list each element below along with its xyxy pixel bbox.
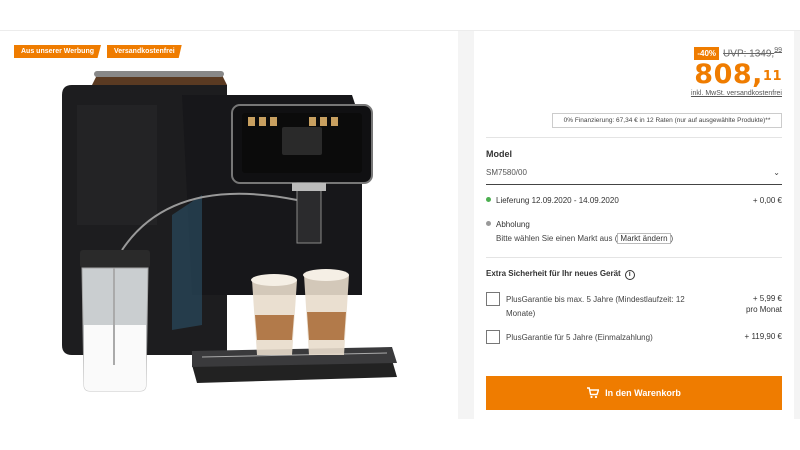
divider-1 [486, 137, 782, 138]
product-image[interactable] [52, 65, 412, 397]
delivery-option[interactable]: Lieferung 12.09.2020 - 14.09.2020 + 0,00… [486, 196, 782, 205]
financing-box[interactable]: 0% Finanzierung: 67,34 € in 12 Raten (nu… [552, 113, 782, 128]
pickup-label: Abholung [496, 220, 530, 229]
pickup-text-row: Bitte wählen Sie einen Markt aus (Markt … [496, 233, 674, 244]
current-price: 808,11 [691, 61, 782, 89]
model-label: Model [486, 149, 512, 159]
product-gallery: Aus unserer Werbung Versandkostenfrei [0, 31, 458, 419]
uvp-price: UVP: 1349,99 [723, 47, 782, 59]
price-euros: 808, [694, 59, 763, 90]
column-gutter-right [794, 31, 800, 419]
status-dot-icon [486, 221, 491, 227]
chevron-down-icon: ⌄ [773, 168, 780, 177]
divider-2 [486, 257, 782, 258]
pickup-text: Bitte wählen Sie einen Markt aus [496, 234, 613, 243]
warranty-price-value: + 119,90 € [744, 332, 782, 341]
warranty-price: + 5,99 € pro Monat [746, 293, 782, 315]
pickup-option[interactable]: Abholung Bitte wählen Sie einen Markt au… [486, 220, 782, 244]
price-cents: 11 [762, 69, 782, 84]
column-gutter [458, 31, 474, 419]
change-store-link[interactable]: Markt ändern [617, 233, 671, 244]
extra-title-text: Extra Sicherheit für Ihr neues Gerät [486, 269, 621, 278]
badge-row: Aus unserer Werbung Versandkostenfrei [14, 45, 182, 58]
info-icon[interactable]: i [624, 270, 635, 280]
delivery-label: Lieferung 12.09.2020 - 14.09.2020 [496, 196, 619, 205]
warranty-price: + 119,90 € [745, 331, 782, 342]
cart-button-label: In den Warenkorb [605, 388, 681, 398]
warranty-text: PlusGarantie bis max. 5 Jahre (Mindestla… [506, 295, 685, 318]
badge-advertising: Aus unserer Werbung [14, 45, 101, 58]
warranty-text: PlusGarantie für 5 Jahre (Einmalzahlung) [506, 333, 653, 342]
extra-protection-title: Extra Sicherheit für Ihr neues Gerät i [486, 269, 635, 280]
price-block: -40% UVP: 1349,99 808,11 inkl. MwSt. ver… [691, 47, 782, 97]
model-select[interactable]: SM7580/00 ⌄ [486, 163, 782, 185]
checkbox[interactable] [486, 292, 500, 306]
uvp-label: UVP: 1349, [723, 48, 775, 60]
delivery-cost: + 0,00 € [752, 196, 782, 205]
cart-icon [587, 387, 600, 399]
checkbox[interactable] [486, 330, 500, 344]
warranty-price-value: + 5,99 € [752, 294, 782, 303]
warranty-price-unit: pro Monat [745, 305, 782, 314]
vat-note[interactable]: inkl. MwSt. versandkostenfrei [691, 90, 782, 97]
model-value: SM7580/00 [486, 168, 527, 177]
page-bottom [0, 419, 800, 450]
buy-box: -40% UVP: 1349,99 808,11 inkl. MwSt. ver… [474, 31, 794, 419]
badge-free-shipping: Versandkostenfrei [107, 45, 182, 58]
uvp-cents: 99 [774, 47, 782, 55]
add-to-cart-button[interactable]: In den Warenkorb [486, 376, 782, 410]
status-dot-icon [486, 197, 491, 203]
